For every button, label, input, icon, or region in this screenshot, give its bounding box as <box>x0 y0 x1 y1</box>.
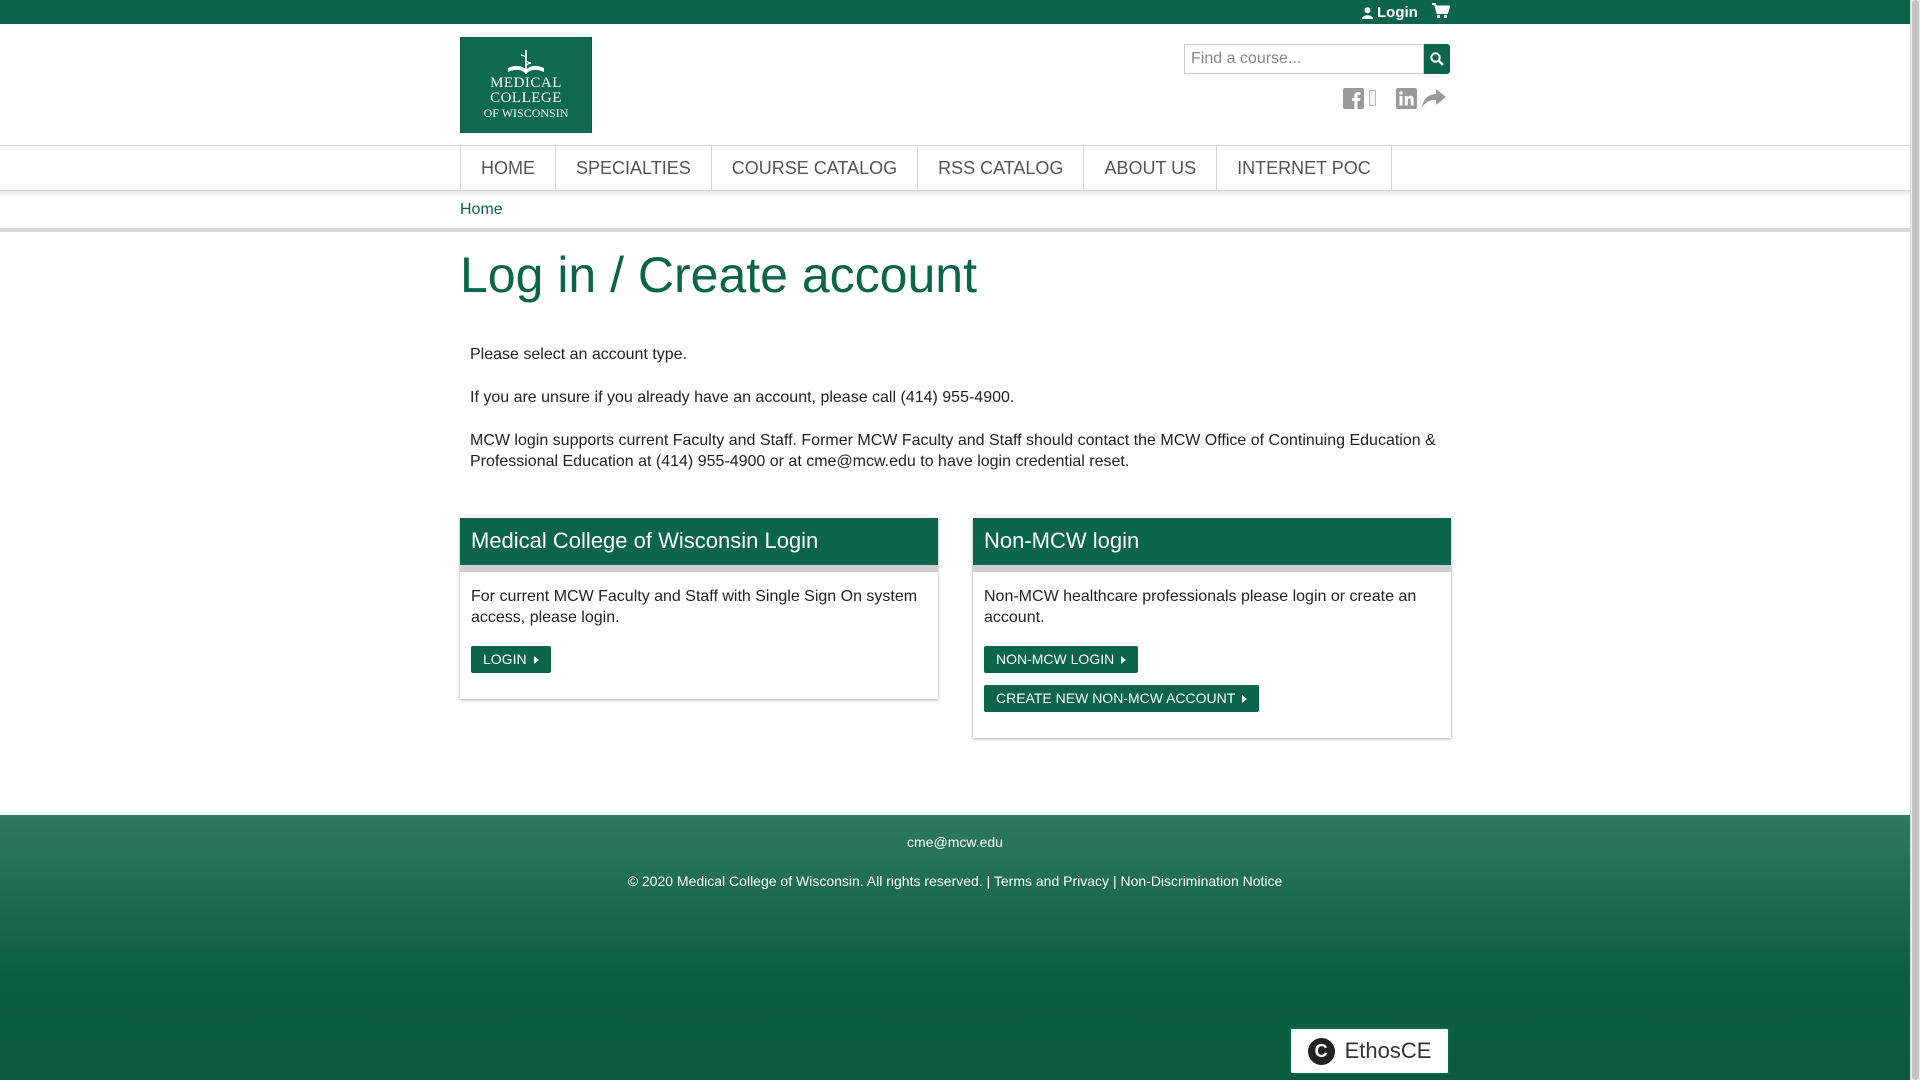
intro-paragraph: If you are unsure if you already have an… <box>470 389 1015 406</box>
nav-about-us[interactable]: ABOUT US <box>1084 146 1218 190</box>
ethosce-logo-icon: C <box>1307 1037 1335 1065</box>
nav-home[interactable]: HOME <box>461 146 556 190</box>
cart-icon[interactable] <box>1432 3 1451 24</box>
share-icon[interactable] <box>1421 88 1447 114</box>
site-footer: cme@mcw.edu © 2020 Medical College of Wi… <box>0 815 1910 1080</box>
user-icon <box>1362 6 1373 19</box>
breadcrumb: Home <box>0 197 1910 232</box>
panel-text: For current MCW Faculty and Staff with S… <box>471 588 918 626</box>
ethosce-label: EthosCE <box>1344 1038 1432 1063</box>
logo-line-1: MEDICAL <box>490 75 562 91</box>
ethosce-badge[interactable]: C EthosCE <box>1289 1027 1450 1075</box>
panel-text: Non-MCW healthcare professionals please … <box>984 588 1417 626</box>
mcw-login-button[interactable]: LOGIN <box>471 646 551 673</box>
linkedin-icon[interactable] <box>1396 88 1417 114</box>
caret-right-icon <box>533 655 539 664</box>
intro-paragraph: MCW login supports current Faculty and S… <box>470 432 1436 470</box>
mcw-login-panel: Medical College of Wisconsin Login For c… <box>460 518 938 699</box>
search-icon <box>1430 52 1444 66</box>
panel-body: For current MCW Faculty and Staff with S… <box>460 572 938 699</box>
scrollbar-thumb[interactable] <box>1912 0 1919 1080</box>
facebook-share-count <box>1369 90 1376 106</box>
non-mcw-login-panel: Non-MCW login Non-MCW healthcare profess… <box>973 518 1451 738</box>
site-logo[interactable]: MEDICAL COLLEGE OF WISCONSIN <box>460 37 592 133</box>
logo-line-3: OF WISCONSIN <box>483 106 569 120</box>
panel-title: Non-MCW login <box>973 518 1451 572</box>
separator: | <box>986 873 991 889</box>
logo-line-2: COLLEGE <box>490 90 562 106</box>
facebook-icon[interactable] <box>1343 88 1364 114</box>
course-search <box>1184 44 1450 74</box>
login-link[interactable]: Login <box>1362 4 1418 21</box>
footer-email[interactable]: cme@mcw.edu <box>0 834 1910 850</box>
terms-link[interactable]: Terms and Privacy <box>994 873 1109 889</box>
copyright-text: © 2020 Medical College of Wisconsin. All… <box>627 873 983 889</box>
nav-course-catalog[interactable]: COURSE CATALOG <box>712 146 919 190</box>
search-input[interactable] <box>1184 44 1424 74</box>
nav-internet-poc[interactable]: INTERNET POC <box>1217 146 1392 190</box>
login-label: Login <box>1377 4 1418 21</box>
caret-right-icon <box>1121 655 1127 664</box>
create-account-button[interactable]: CREATE NEW NON-MCW ACCOUNT <box>984 685 1260 712</box>
button-label: NON-MCW LOGIN <box>996 651 1115 667</box>
button-label: LOGIN <box>483 651 527 667</box>
panel-body: Non-MCW healthcare professionals please … <box>973 572 1451 738</box>
separator: | <box>1112 873 1117 889</box>
intro-text: Please select an account type. If you ar… <box>470 344 1450 494</box>
search-button[interactable] <box>1424 44 1450 74</box>
caret-right-icon <box>1242 694 1248 703</box>
intro-paragraph: Please select an account type. <box>470 346 688 363</box>
nav-specialties[interactable]: SPECIALTIES <box>556 146 712 190</box>
nav-rss-catalog[interactable]: RSS CATALOG <box>918 146 1085 190</box>
footer-copyright-line: © 2020 Medical College of Wisconsin. All… <box>0 873 1910 889</box>
site-header: MEDICAL COLLEGE OF WISCONSIN <box>0 24 1910 144</box>
non-mcw-login-button[interactable]: NON-MCW LOGIN <box>984 646 1139 673</box>
top-bar: Login <box>0 0 1910 24</box>
caduceus-book-icon <box>461 46 591 76</box>
breadcrumb-home[interactable]: Home <box>460 201 503 219</box>
button-label: CREATE NEW NON-MCW ACCOUNT <box>996 690 1236 706</box>
panel-title: Medical College of Wisconsin Login <box>460 518 938 572</box>
page-scrollbar[interactable] <box>1910 0 1920 1080</box>
page-title: Log in / Create account <box>460 247 977 303</box>
non-discrimination-link[interactable]: Non-Discrimination Notice <box>1120 873 1282 889</box>
main-nav: HOME SPECIALTIES COURSE CATALOG RSS CATA… <box>0 145 1910 191</box>
